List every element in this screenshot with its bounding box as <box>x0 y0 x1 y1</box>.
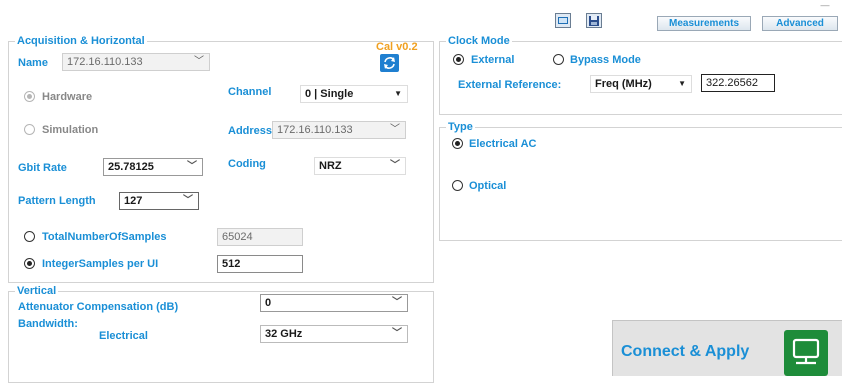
bypass-mode-radio[interactable] <box>553 54 564 65</box>
bandwidth-select[interactable]: 32 GHz ﹀ <box>260 325 408 343</box>
bypass-mode-label: Bypass Mode <box>570 54 641 66</box>
refresh-icon[interactable] <box>380 54 399 72</box>
clock-mode-legend: Clock Mode <box>446 35 512 47</box>
advanced-button[interactable]: Advanced <box>762 16 838 31</box>
save-icon[interactable] <box>586 13 602 28</box>
external-clock-label: External <box>471 54 515 66</box>
coding-select[interactable]: NRZ ﹀ <box>314 157 406 175</box>
pattern-length-label: Pattern Length <box>18 195 96 207</box>
address-select-value: 172.16.110.133 <box>277 124 353 136</box>
coding-select-value: NRZ <box>319 160 342 172</box>
electrical-ac-label: Electrical AC <box>469 138 537 150</box>
window-glyph-icon <box>558 17 568 24</box>
gbit-rate-value: 25.78125 <box>108 161 154 173</box>
external-reference-label: External Reference: <box>458 79 562 91</box>
channel-select[interactable]: 0 | Single ▼ <box>300 85 408 103</box>
open-icon[interactable] <box>555 13 571 28</box>
channel-select-value: 0 | Single <box>305 88 354 100</box>
name-select[interactable]: 172.16.110.133 ﹀ <box>62 53 210 71</box>
chevron-down-icon: ﹀ <box>392 297 402 308</box>
total-samples-label: TotalNumberOfSamples <box>42 231 167 243</box>
cal-version-label: Cal v0.2 <box>376 41 418 53</box>
total-samples-radio[interactable] <box>24 231 35 242</box>
floppy-disk-icon <box>589 16 599 26</box>
dropdown-arrow-icon: ▼ <box>678 79 686 88</box>
optical-radio[interactable] <box>452 180 463 191</box>
optical-label: Optical <box>469 180 507 192</box>
attenuator-label: Attenuator Compensation (dB) <box>18 301 179 313</box>
attenuator-select[interactable]: 0 ﹀ <box>260 294 408 312</box>
name-select-value: 172.16.110.133 <box>67 56 143 68</box>
measurements-button[interactable]: Measurements <box>657 16 751 31</box>
simulation-label: Simulation <box>42 124 99 136</box>
chevron-down-icon: ﹀ <box>392 328 402 339</box>
type-legend: Type <box>446 121 475 133</box>
pattern-length-select[interactable]: 127 ﹀ <box>119 192 199 210</box>
integer-samples-radio[interactable] <box>24 258 35 269</box>
chevron-down-icon: ﹀ <box>390 124 400 135</box>
coding-label: Coding <box>228 158 266 170</box>
address-label: Address <box>228 125 273 137</box>
address-select[interactable]: 172.16.110.133 ﹀ <box>272 121 406 139</box>
hardware-radio[interactable] <box>24 91 35 102</box>
electrical-ac-radio[interactable] <box>452 138 463 149</box>
vertical-legend: Vertical <box>15 285 59 297</box>
integer-samples-field[interactable]: 512 <box>217 255 303 273</box>
name-label: Name <box>18 57 48 69</box>
connect-apply-button[interactable]: Connect & Apply <box>612 320 842 376</box>
hardware-label: Hardware <box>42 91 93 103</box>
channel-label: Channel <box>228 86 272 98</box>
chevron-down-icon: ﹀ <box>194 56 204 67</box>
chevron-down-icon: ﹀ <box>187 161 197 172</box>
connect-apply-label: Connect & Apply <box>621 343 750 360</box>
monitor-icon <box>784 330 828 376</box>
bandwidth-label: Bandwidth: <box>18 318 78 330</box>
attenuator-value: 0 <box>265 297 272 309</box>
external-clock-radio[interactable] <box>453 54 464 65</box>
gbit-rate-label: Gbit Rate <box>18 162 67 174</box>
window-minimize-button[interactable]: — <box>818 0 832 10</box>
freq-unit-value: Freq (MHz) <box>595 78 652 90</box>
total-samples-field[interactable]: 65024 <box>217 228 303 246</box>
refresh-arrows-icon <box>384 57 395 69</box>
pattern-length-value: 127 <box>124 195 143 207</box>
freq-input[interactable]: 322.26562 <box>701 74 775 92</box>
electrical-bandwidth-label: Electrical <box>99 330 148 342</box>
freq-unit-select[interactable]: Freq (MHz) ▼ <box>590 75 692 93</box>
bandwidth-value: 32 GHz <box>265 328 303 340</box>
chevron-down-icon: ﹀ <box>390 160 400 171</box>
display-glyph-icon <box>792 338 820 365</box>
chevron-down-icon: ﹀ <box>183 195 193 206</box>
integer-samples-label: IntegerSamples per UI <box>42 258 159 270</box>
gbit-rate-select[interactable]: 25.78125 ﹀ <box>103 158 203 176</box>
dropdown-arrow-icon: ▼ <box>394 89 402 98</box>
acquisition-legend: Acquisition & Horizontal <box>15 35 147 47</box>
simulation-radio[interactable] <box>24 124 35 135</box>
